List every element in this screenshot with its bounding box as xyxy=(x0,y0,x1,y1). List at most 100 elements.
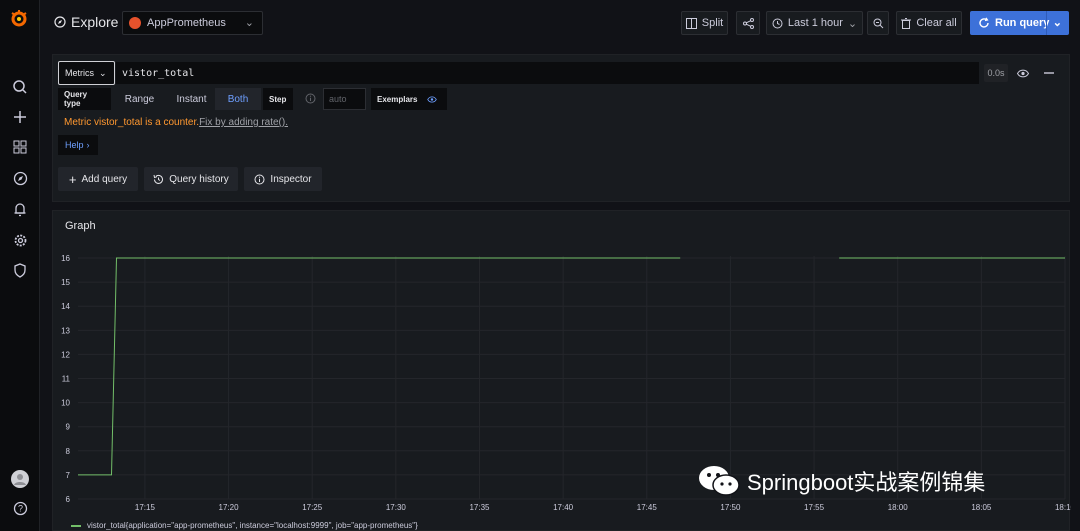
info-icon[interactable] xyxy=(305,93,316,104)
inspector-label: Inspector xyxy=(270,173,312,185)
shield-icon[interactable] xyxy=(10,260,30,280)
zoom-out-button[interactable] xyxy=(867,11,889,35)
step-input[interactable]: auto xyxy=(323,88,366,110)
query-history-button[interactable]: Query history xyxy=(144,167,238,191)
x-tick-label: 17:25 xyxy=(302,503,323,512)
clock-icon xyxy=(772,18,783,28)
wechat-icon xyxy=(699,466,740,496)
exemplars-toggle[interactable]: Exemplars xyxy=(371,88,447,110)
y-tick-label: 14 xyxy=(61,302,70,311)
run-divider xyxy=(1046,11,1047,35)
x-tick-label: 18:05 xyxy=(971,503,992,512)
x-tick-label: 18:00 xyxy=(888,503,909,512)
metrics-browser-button[interactable]: Metrics ⌄ xyxy=(58,61,115,85)
gear-icon[interactable] xyxy=(10,230,30,250)
page-title: Explore xyxy=(54,14,118,30)
query-type-instant[interactable]: Instant xyxy=(168,88,215,110)
bell-icon[interactable] xyxy=(10,199,30,219)
help-icon[interactable]: ? xyxy=(10,498,30,518)
x-tick-label: 17:20 xyxy=(219,503,240,512)
explore-compass-icon[interactable] xyxy=(10,168,30,188)
time-range-label: Last 1 hour xyxy=(787,17,843,29)
svg-text:?: ? xyxy=(17,503,22,513)
query-type-both[interactable]: Both xyxy=(215,88,261,110)
y-tick-label: 6 xyxy=(66,495,71,504)
y-tick-label: 10 xyxy=(61,399,70,408)
split-button[interactable]: Split xyxy=(681,11,728,35)
x-tick-label: 17:30 xyxy=(386,503,407,512)
query-duration-badge: 0.0s xyxy=(984,64,1008,82)
y-tick-label: 12 xyxy=(61,350,70,359)
add-query-button[interactable]: + Add query xyxy=(58,167,138,191)
warning-text: Metric vistor_total is a counter. xyxy=(64,117,200,128)
step-label: Step xyxy=(263,88,293,110)
query-expression: vistor_total xyxy=(122,67,195,79)
topbar: Explore AppPrometheus ⌄ Split Last 1 hou… xyxy=(40,0,1080,46)
datasource-picker[interactable]: AppPrometheus ⌄ xyxy=(122,11,263,35)
plus-icon: + xyxy=(68,171,77,187)
chevron-down-icon: ⌄ xyxy=(99,67,107,78)
run-query-button[interactable]: Run query ⌄ xyxy=(970,11,1069,35)
grafana-logo-icon[interactable] xyxy=(8,8,30,30)
avatar[interactable] xyxy=(10,469,30,489)
share-button[interactable] xyxy=(736,11,760,35)
query-type-range[interactable]: Range xyxy=(111,88,168,110)
legend-swatch xyxy=(71,524,81,527)
search-icon[interactable] xyxy=(10,77,30,97)
add-query-label: Add query xyxy=(81,173,128,185)
chevron-down-icon[interactable]: ⌄ xyxy=(1053,16,1062,29)
eye-icon xyxy=(1017,69,1029,77)
chevron-right-icon: › xyxy=(86,140,90,150)
chevron-down-icon: ⌄ xyxy=(847,17,858,30)
legend-label: vistor_total{application="app-prometheus… xyxy=(87,521,418,530)
x-tick-label: 17:50 xyxy=(720,503,741,512)
y-tick-label: 8 xyxy=(66,447,71,456)
info-icon xyxy=(254,174,265,184)
series-line xyxy=(78,257,681,476)
y-tick-label: 11 xyxy=(62,375,71,384)
query-input[interactable]: vistor_total xyxy=(116,62,979,84)
y-tick-label: 9 xyxy=(66,423,71,432)
clear-all-button[interactable]: Clear all xyxy=(896,11,962,35)
y-tick-label: 13 xyxy=(61,326,70,335)
minus-icon xyxy=(1044,72,1054,74)
clear-all-label: Clear all xyxy=(916,17,957,29)
counter-warning: Metric vistor_total is a counter.Fix by … xyxy=(64,117,288,128)
history-icon xyxy=(153,174,164,184)
y-tick-label: 15 xyxy=(61,278,70,287)
x-tick-label: 17:35 xyxy=(469,503,490,512)
help-button[interactable]: Help › xyxy=(58,135,98,155)
watermark: Springboot实战案例锦集 xyxy=(697,463,985,499)
prometheus-icon xyxy=(129,17,141,29)
trash-icon xyxy=(901,17,912,29)
share-icon xyxy=(742,17,754,29)
x-tick-label: 18:10 xyxy=(1055,503,1071,512)
sidebar: ? xyxy=(0,0,40,531)
split-label: Split xyxy=(701,17,724,29)
step-placeholder: auto xyxy=(329,94,347,104)
inspector-button[interactable]: Inspector xyxy=(244,167,322,191)
hide-query-button[interactable] xyxy=(1013,64,1033,82)
time-range-picker[interactable]: Last 1 hour ⌄ xyxy=(766,11,863,35)
graph-legend[interactable]: vistor_total{application="app-prometheus… xyxy=(71,521,418,530)
y-tick-label: 7 xyxy=(66,471,71,480)
y-tick-label: 16 xyxy=(61,254,70,263)
fix-rate-link[interactable]: Fix by adding rate(). xyxy=(199,117,288,128)
datasource-name: AppPrometheus xyxy=(147,17,226,29)
chevron-down-icon: ⌄ xyxy=(244,17,254,29)
split-icon xyxy=(685,17,697,29)
watermark-text: Springboot实战案例锦集 xyxy=(747,470,986,495)
help-label: Help xyxy=(65,140,84,150)
metrics-label: Metrics xyxy=(65,68,94,78)
run-query-label: Run query xyxy=(995,17,1050,29)
query-editor-panel: Metrics ⌄ vistor_total 0.0s Query type R… xyxy=(52,54,1070,202)
remove-query-button[interactable] xyxy=(1039,64,1059,82)
x-tick-label: 17:55 xyxy=(804,503,825,512)
query-type-label: Query type xyxy=(58,88,111,110)
plus-icon[interactable] xyxy=(10,107,30,127)
zoom-out-icon xyxy=(873,18,883,28)
dashboards-icon[interactable] xyxy=(10,137,30,157)
page-title-text: Explore xyxy=(71,14,119,30)
compass-icon xyxy=(54,16,66,28)
x-tick-label: 17:15 xyxy=(135,503,156,512)
